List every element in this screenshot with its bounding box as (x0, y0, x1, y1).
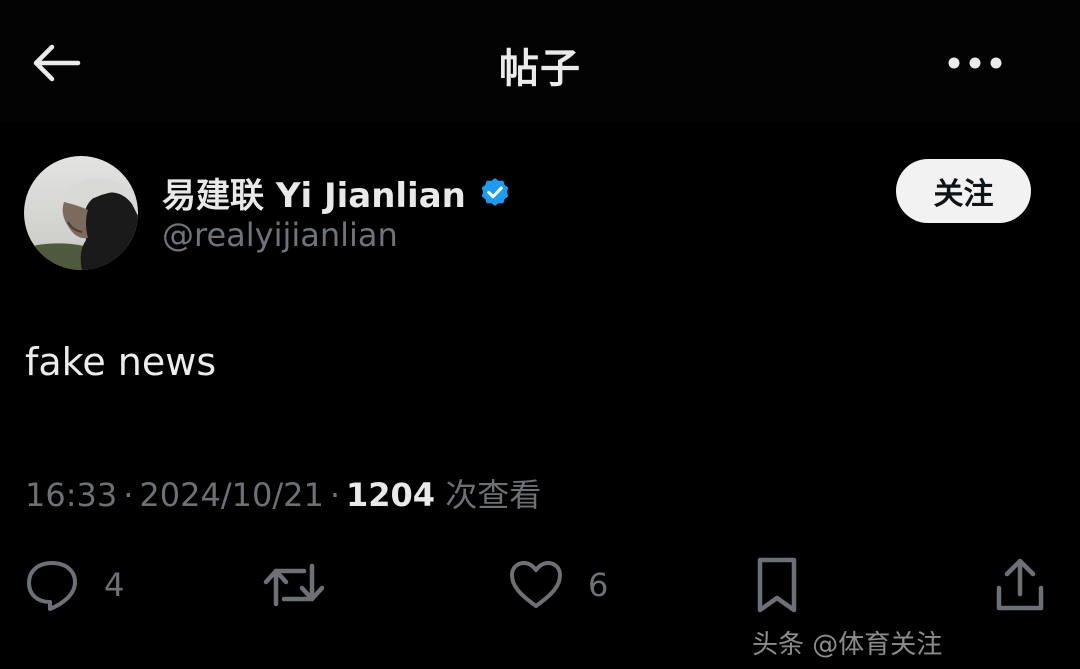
post-text: fake news (25, 340, 217, 384)
page-title: 帖子 (499, 46, 581, 92)
reply-button[interactable]: 4 (24, 552, 124, 618)
author-name-text: 易建联 Yi Jianlian (162, 176, 466, 216)
bookmark-icon (757, 557, 797, 613)
views-label: 次查看 (445, 476, 542, 514)
verified-badge-icon (481, 177, 509, 206)
author-handle[interactable]: @realyijianlian (162, 216, 398, 254)
like-button[interactable]: 6 (508, 552, 608, 618)
post-time[interactable]: 16:33 (25, 476, 117, 514)
follow-button[interactable]: 关注 (896, 159, 1031, 223)
separator-dot: · (123, 476, 134, 514)
more-horizontal-icon (948, 57, 1002, 69)
like-icon (510, 561, 562, 608)
share-icon (996, 558, 1044, 611)
repost-icon (263, 563, 325, 607)
more-options-button[interactable] (940, 40, 1010, 86)
reply-count: 4 (104, 566, 125, 604)
post-actions-bar: 4 6 (0, 552, 1080, 618)
views-count: 1204 (346, 476, 436, 514)
top-navigation-bar: 帖子 (0, 0, 1080, 122)
post-date[interactable]: 2024/10/21 (139, 476, 323, 514)
repost-button[interactable] (262, 552, 350, 618)
watermark: 头条 @体育关注 (752, 630, 943, 660)
share-button[interactable] (994, 552, 1046, 618)
author-avatar[interactable] (24, 156, 138, 270)
avatar-photo (24, 156, 138, 270)
separator-dot: · (329, 476, 340, 514)
author-name[interactable]: 易建联 Yi Jianlian (162, 168, 512, 217)
bookmark-button[interactable] (754, 552, 824, 618)
like-count: 6 (588, 566, 609, 604)
post-meta: 16:33 · 2024/10/21 · 1204 次查看 (25, 470, 541, 516)
reply-icon (27, 561, 77, 611)
